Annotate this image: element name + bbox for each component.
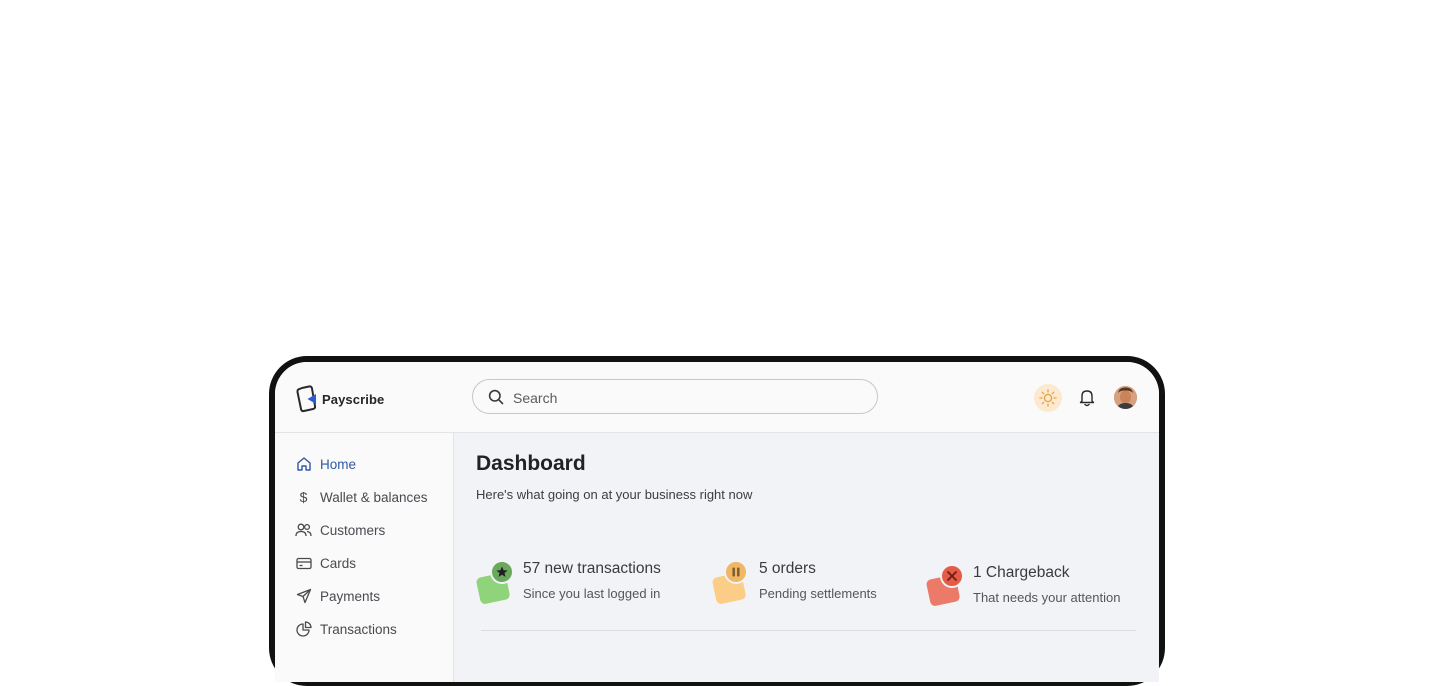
sidebar-item-label: Home xyxy=(320,456,357,472)
user-photo xyxy=(1114,386,1137,409)
sidebar-item-label: Wallet & balances xyxy=(320,489,428,505)
sidebar-item-payments[interactable]: Payments xyxy=(295,586,380,606)
pause-icon xyxy=(712,560,748,604)
avatar[interactable] xyxy=(1114,386,1137,409)
home-icon xyxy=(295,456,312,473)
sidebar-item-label: Payments xyxy=(320,588,381,604)
sidebar-item-home[interactable]: Home xyxy=(295,454,356,474)
pie-chart-icon xyxy=(295,621,312,638)
stat-card-orders[interactable]: 5 orders Pending settlements xyxy=(711,560,901,610)
stat-subtitle: Pending settlements xyxy=(759,586,877,601)
stat-subtitle: That needs your attention xyxy=(973,590,1121,605)
theme-toggle-button[interactable] xyxy=(1034,384,1062,412)
bell-icon[interactable] xyxy=(1078,388,1096,407)
sidebar-item-transactions[interactable]: Transactions xyxy=(295,619,397,639)
payscribe-logo-icon xyxy=(296,385,317,413)
sun-icon xyxy=(1039,389,1057,407)
section-divider xyxy=(481,630,1136,631)
main-content: Dashboard Here's what going on at your b… xyxy=(454,433,1159,682)
search-icon xyxy=(488,389,504,405)
card-icon xyxy=(295,555,312,572)
top-bar: Payscribe xyxy=(275,362,1159,433)
brand-name: Payscribe xyxy=(322,391,385,407)
sidebar-item-wallet[interactable]: $ Wallet & balances xyxy=(295,487,428,507)
stat-card-chargeback[interactable]: 1 Chargeback That needs your attention xyxy=(925,564,1145,614)
search-bar[interactable] xyxy=(472,379,878,414)
page-title: Dashboard xyxy=(476,452,586,475)
users-icon xyxy=(295,522,312,539)
page-subtitle: Here's what going on at your business ri… xyxy=(476,487,753,502)
logo[interactable]: Payscribe xyxy=(295,385,384,413)
stat-title: 57 new transactions xyxy=(523,560,661,577)
app-screen: Payscribe Search Home $ Wallet & balance… xyxy=(275,362,1159,682)
sidebar-item-label: Customers xyxy=(320,522,386,538)
stat-card-transactions[interactable]: 57 new transactions Since you last logge… xyxy=(475,560,685,610)
search-input[interactable] xyxy=(511,386,865,410)
sidebar-item-customers[interactable]: Customers xyxy=(295,520,385,540)
star-icon xyxy=(476,560,514,604)
sidebar-item-label: Transactions xyxy=(320,621,397,637)
stat-title: 5 orders xyxy=(759,560,816,577)
dollar-icon: $ xyxy=(299,489,308,505)
send-icon xyxy=(295,588,312,605)
x-icon xyxy=(926,564,964,606)
stat-title: 1 Chargeback xyxy=(973,564,1070,581)
stat-subtitle: Since you last logged in xyxy=(523,586,661,601)
sidebar-item-cards[interactable]: Cards xyxy=(295,553,356,573)
sidebar: Home $ Wallet & balances Customers Cards… xyxy=(275,433,454,682)
sidebar-item-label: Cards xyxy=(320,555,357,571)
